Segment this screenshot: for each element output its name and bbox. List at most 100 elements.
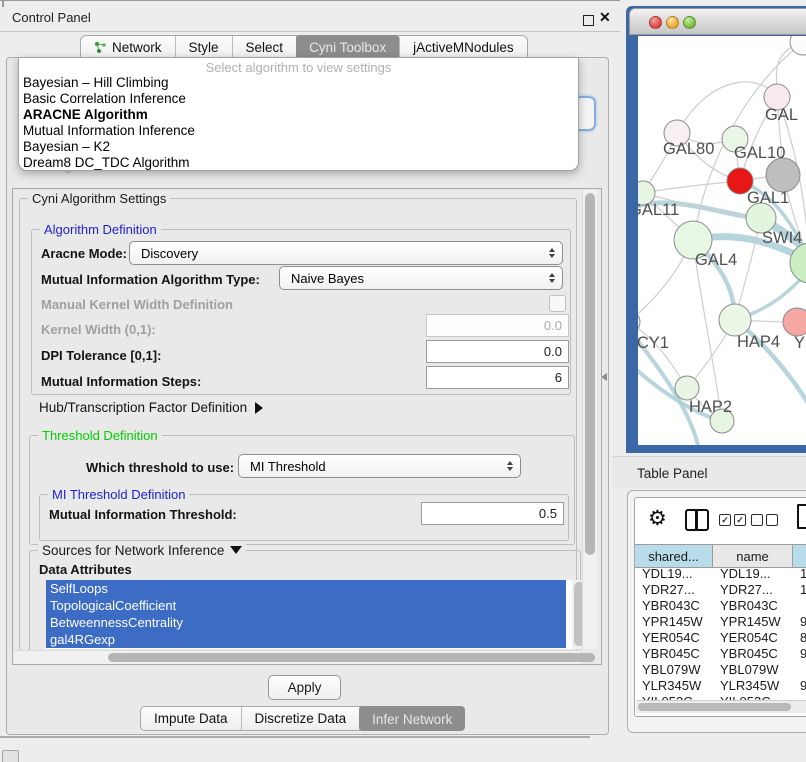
table-cell xyxy=(793,598,806,614)
table-cell: YLR345W xyxy=(635,678,713,694)
split-view-icon[interactable] xyxy=(685,509,709,531)
control-panel-tabbar: NetworkStyleSelectCyni ToolboxjActiveMNo… xyxy=(80,35,528,59)
tab-style[interactable]: Style xyxy=(176,36,233,59)
attribute-item-betweennesscentrality[interactable]: BetweennessCentrality xyxy=(46,614,566,631)
minimize-traffic-light[interactable] xyxy=(666,16,679,29)
table-horizontal-scrollbar[interactable] xyxy=(636,700,806,713)
control-panel-bottom-divider xyxy=(0,736,590,738)
table-cell: YBR045C xyxy=(635,646,713,662)
network-node-hap2[interactable] xyxy=(675,376,699,400)
table-row[interactable]: YER054CYER054C8. xyxy=(635,630,806,646)
node-label-gal80: GAL80 xyxy=(663,140,714,158)
unchecked-box-icon xyxy=(751,514,763,526)
algorithm-option-mutual-information-inference[interactable]: Mutual Information Inference xyxy=(19,123,578,139)
network-edge[interactable] xyxy=(643,181,740,193)
aracne-mode-select[interactable]: Discovery xyxy=(129,241,563,265)
table-cell: YPR145W xyxy=(713,614,793,630)
gear-icon[interactable]: ⚙ xyxy=(648,506,667,531)
scrollbar-thumb[interactable] xyxy=(108,653,595,662)
column-header-name[interactable]: name xyxy=(713,545,793,567)
select-all-checkboxes-icon[interactable]: ✓ ✓ xyxy=(719,514,746,526)
table-row[interactable]: YBR043CYBR043C xyxy=(635,598,806,614)
hub-definition-toggle[interactable]: Hub/Transcription Factor Definition xyxy=(39,400,263,415)
network-window-titlebar[interactable] xyxy=(629,8,806,35)
algorithm-option-aracne-algorithm[interactable]: ARACNE Algorithm xyxy=(19,107,578,123)
expand-right-icon xyxy=(255,402,263,414)
table-cell: YDL19... xyxy=(713,566,793,582)
network-edge[interactable] xyxy=(677,82,777,133)
table-cell: YBR045C xyxy=(713,646,793,662)
network-node[interactable] xyxy=(766,158,800,192)
tab-cyni-toolbox[interactable]: Cyni Toolbox xyxy=(296,35,400,59)
settings-horizontal-scrollbar[interactable] xyxy=(14,650,581,664)
tab-jactivemnodules[interactable]: jActiveMNodules xyxy=(400,36,527,59)
dropdown-items: Bayesian – Hill ClimbingBasic Correlatio… xyxy=(19,75,578,171)
which-threshold-select[interactable]: MI Threshold xyxy=(238,454,521,478)
kernel-width-label: Kernel Width (0,1): xyxy=(41,322,156,337)
scrollbar-thumb[interactable] xyxy=(638,703,791,711)
algorithm-definition-title: Algorithm Definition xyxy=(40,222,161,237)
deselect-all-checkboxes-icon[interactable] xyxy=(751,514,778,526)
spinner-arrows-icon xyxy=(549,273,555,283)
table-panel-title: Table Panel xyxy=(637,466,708,481)
attribute-item-topologicalcoefficient[interactable]: TopologicalCoefficient xyxy=(46,597,566,614)
zoom-traffic-light[interactable] xyxy=(683,16,696,29)
algorithm-option-bayesian-k2[interactable]: Bayesian – K2 xyxy=(19,139,578,155)
tab-select[interactable]: Select xyxy=(233,36,298,59)
tab-network[interactable]: Network xyxy=(81,36,176,59)
mi-threshold-label: Mutual Information Threshold: xyxy=(49,507,237,522)
node-label-gal11: GAL11 xyxy=(638,201,679,219)
close-traffic-light[interactable] xyxy=(649,16,662,29)
table-cell: YDL19... xyxy=(635,566,713,582)
sources-group-title[interactable]: Sources for Network Inference xyxy=(38,543,246,558)
network-node-hap4[interactable] xyxy=(719,304,751,336)
table-cell: YDR27... xyxy=(635,582,713,598)
table-row[interactable]: YPR145WYPR145W9. xyxy=(635,614,806,630)
bottom-tabbar: Impute DataDiscretize Data Infer Network xyxy=(140,706,465,731)
document-icon[interactable] xyxy=(797,504,806,529)
float-window-icon[interactable] xyxy=(583,15,594,26)
algorithm-option-dream8-dc-tdc-algorithm[interactable]: Dream8 DC_TDC Algorithm xyxy=(19,155,578,171)
tab-discretize-data[interactable]: Discretize Data xyxy=(242,707,361,730)
table-row[interactable]: YBL079WYBL079W xyxy=(635,662,806,678)
tab-impute-data[interactable]: Impute Data xyxy=(141,707,242,730)
column-header-shared[interactable]: shared... xyxy=(635,545,713,567)
network-node[interactable] xyxy=(790,36,806,55)
table-cell: YDR27... xyxy=(713,582,793,598)
table-row[interactable]: YBR045CYBR045C9. xyxy=(635,646,806,662)
node-label-gal4: GAL4 xyxy=(695,251,737,269)
which-threshold-label: Which threshold to use: xyxy=(86,460,234,475)
table-row[interactable]: YLR345WYLR345W9. xyxy=(635,678,806,694)
attribute-item-gal4rgexp[interactable]: gal4RGexp xyxy=(46,631,566,648)
dpi-tolerance-field[interactable]: 0.0 xyxy=(426,340,569,363)
tab-label: Infer Network xyxy=(372,712,452,727)
column-header-2[interactable] xyxy=(793,545,806,567)
data-attributes-list[interactable]: SelfLoopsTopologicalCoefficientBetweenne… xyxy=(46,580,588,649)
control-panel-notch xyxy=(2,0,4,7)
apply-button[interactable]: Apply xyxy=(268,675,341,700)
network-node-y[interactable] xyxy=(783,308,806,336)
close-window-icon[interactable]: ✕ xyxy=(599,9,611,26)
network-canvas[interactable]: GALGAL80GAL10GAL1GAL11SWI4GAL4GCY1HAP4YH… xyxy=(638,36,806,445)
mi-threshold-field[interactable]: 0.5 xyxy=(421,502,564,525)
aracne-mode-value: Discovery xyxy=(141,246,198,261)
table-panel: ⚙ ✓ ✓ shared...name YDL19...YDL19...13YD… xyxy=(634,497,806,717)
settings-vertical-scrollbar[interactable] xyxy=(582,190,597,649)
node-label-swi4: SWI4 xyxy=(762,229,802,247)
aracne-mode-label: Aracne Mode: xyxy=(41,246,127,261)
manual-kernel-checkbox[interactable] xyxy=(549,295,566,312)
algorithm-option-basic-correlation-inference[interactable]: Basic Correlation Inference xyxy=(19,91,578,107)
table-cell: 12 xyxy=(793,582,806,598)
mi-type-select[interactable]: Naive Bayes xyxy=(279,266,563,290)
mi-steps-field[interactable]: 6 xyxy=(426,366,569,389)
attribute-item-selfloops[interactable]: SelfLoops xyxy=(46,580,566,597)
scrollbar-thumb[interactable] xyxy=(585,193,595,555)
table-row[interactable]: YDL19...YDL19...13 xyxy=(635,566,806,582)
control-panel-title: Control Panel xyxy=(12,10,91,25)
table-row[interactable]: YDR27...YDR27...12 xyxy=(635,582,806,598)
corner-mini-button[interactable] xyxy=(2,750,19,762)
tab-infer-network[interactable]: Infer Network xyxy=(359,706,465,731)
table-cell: YBR043C xyxy=(713,598,793,614)
algorithm-option-bayesian-hill-climbing[interactable]: Bayesian – Hill Climbing xyxy=(19,75,578,91)
network-node[interactable] xyxy=(790,243,806,283)
